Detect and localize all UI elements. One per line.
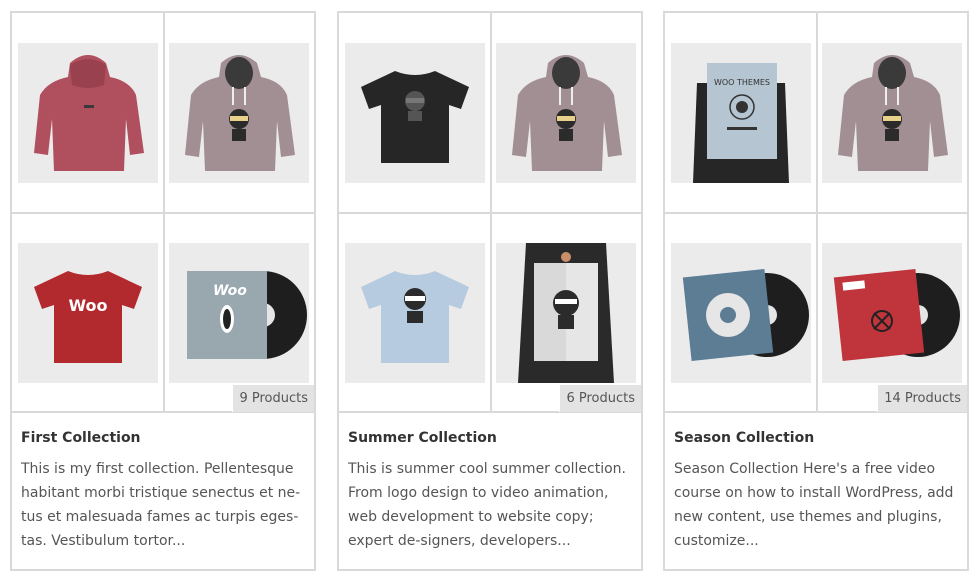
hoodie-ninja-image[interactable]	[495, 43, 636, 183]
product-cell[interactable]	[490, 13, 641, 213]
album-woo-vinyl-image[interactable]: Woo	[168, 243, 309, 383]
collection-description: Season Collection Here's a free video co…	[674, 461, 954, 549]
svg-text:Woo: Woo	[213, 283, 247, 299]
product-count-badge: 14 Products	[877, 384, 967, 412]
collection-description: This is my first collection. Pellentesqu…	[21, 461, 301, 549]
collection-title[interactable]: Summer Collection	[348, 430, 634, 446]
collection-card-first[interactable]: Woo Woo 9 Products First Collection This…	[10, 11, 316, 571]
product-cell[interactable]	[665, 213, 816, 413]
product-image-grid[interactable]: 6 Products	[339, 13, 641, 413]
grid-divider	[12, 212, 314, 214]
tshirt-woo-red-image[interactable]: Woo	[17, 243, 158, 383]
hoodie-ninja-image[interactable]	[168, 43, 309, 183]
product-cell[interactable]	[339, 213, 490, 413]
product-cell[interactable]: WOO THEMES	[665, 13, 816, 213]
collection-description: This is summer cool summer collection. F…	[348, 461, 627, 549]
collection-info: First Collection This is my first collec…	[21, 430, 307, 553]
collection-card-summer[interactable]: 6 Products Summer Collection This is sum…	[337, 11, 643, 571]
product-cell[interactable]: Woo	[12, 213, 163, 413]
svg-text:WOO THEMES: WOO THEMES	[713, 78, 769, 87]
collection-title[interactable]: First Collection	[21, 430, 307, 446]
poster-ninja-image[interactable]	[495, 243, 636, 383]
product-cell[interactable]	[12, 13, 163, 213]
product-count-badge: 9 Products	[232, 384, 314, 412]
product-cell[interactable]	[816, 13, 967, 213]
tshirt-ninja-blue-image[interactable]	[344, 243, 485, 383]
svg-text:Woo: Woo	[68, 296, 107, 315]
collection-info: Season Collection Season Collection Here…	[674, 430, 960, 553]
product-count-badge: 6 Products	[559, 384, 641, 412]
collection-title[interactable]: Season Collection	[674, 430, 960, 446]
product-image-grid[interactable]: WOO THEMES 14 Products	[665, 13, 967, 413]
album-blue-vinyl-image[interactable]	[670, 243, 811, 383]
collection-info: Summer Collection This is summer cool su…	[348, 430, 634, 553]
album-red-vinyl-image[interactable]	[821, 243, 962, 383]
hoodie-back-red-image[interactable]	[17, 43, 158, 183]
poster-woo-themes-image[interactable]: WOO THEMES	[670, 43, 811, 183]
hoodie-ninja-image[interactable]	[821, 43, 962, 183]
product-cell[interactable]	[490, 213, 641, 413]
product-cell[interactable]	[339, 13, 490, 213]
product-cell[interactable]	[163, 13, 314, 213]
grid-divider	[665, 212, 967, 214]
grid-divider	[339, 212, 641, 214]
product-cell[interactable]: Woo	[163, 213, 314, 413]
product-cell[interactable]	[816, 213, 967, 413]
collection-card-season[interactable]: WOO THEMES 14 Products Season Collection…	[663, 11, 969, 571]
tshirt-ninja-black-image[interactable]	[344, 43, 485, 183]
product-image-grid[interactable]: Woo Woo 9 Products	[12, 13, 314, 413]
